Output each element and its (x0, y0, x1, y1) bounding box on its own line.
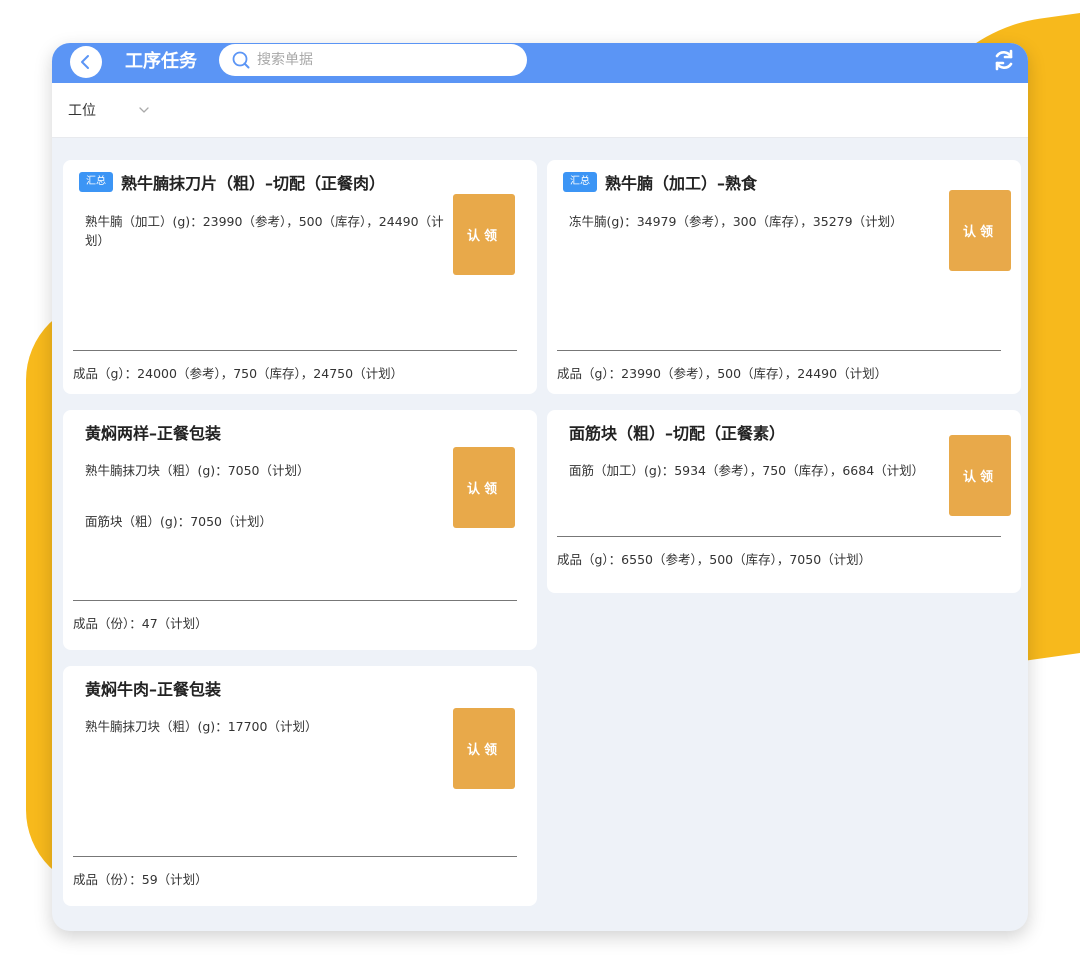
station-filter-label[interactable]: 工位 (68, 100, 96, 120)
search-icon (232, 51, 250, 69)
top-bar: 工序任务 (52, 43, 1028, 83)
app-window: 工序任务 工位 汇总 熟牛腩抹刀片（粗）–切配（正餐肉） 熟牛腩（加工）(g)：… (52, 43, 1028, 931)
card-title: 黄焖两样–正餐包装 (85, 424, 222, 443)
material-line: 面筋块（粗）(g)：7050（计划） (85, 514, 273, 529)
claim-button[interactable]: 认领 (453, 194, 515, 275)
task-card: 黄焖牛肉–正餐包装 熟牛腩抹刀块（粗）(g)：17700（计划） 认领 成品（份… (63, 666, 537, 906)
task-card: 黄焖两样–正餐包装 熟牛腩抹刀块（粗）(g)：7050（计划） 面筋块（粗）(g… (63, 410, 537, 650)
card-body: 冻牛腩(g)：34979（参考），300（库存），35279（计划） (569, 212, 929, 231)
search-input[interactable] (255, 51, 509, 69)
card-title: 熟牛腩抹刀片（粗）–切配（正餐肉） (121, 174, 386, 193)
card-header: 黄焖两样–正餐包装 (85, 420, 221, 444)
card-body: 熟牛腩抹刀块（粗）(g)：7050（计划） 面筋块（粗）(g)：7050（计划） (85, 461, 445, 531)
refresh-icon[interactable] (992, 48, 1016, 72)
card-footer: 成品（g）：24000（参考），750（库存），24750（计划） (73, 366, 404, 381)
card-title: 面筋块（粗）–切配（正餐素） (569, 424, 786, 443)
summary-badge: 汇总 (79, 172, 113, 192)
card-header: 面筋块（粗）–切配（正餐素） (569, 420, 785, 444)
material-line: 熟牛腩（加工）(g)：23990（参考），500（库存），24490（计划） (85, 214, 444, 248)
card-body: 面筋（加工）(g)：5934（参考），750（库存），6684（计划） (569, 461, 929, 480)
card-divider (73, 600, 517, 601)
card-header: 汇总 熟牛腩（加工）–熟食 (563, 170, 757, 194)
card-footer: 成品（g）：23990（参考），500（库存），24490（计划） (557, 366, 888, 381)
card-header: 黄焖牛肉–正餐包装 (85, 676, 221, 700)
material-line: 熟牛腩抹刀块（粗）(g)：17700（计划） (85, 719, 318, 734)
claim-button[interactable]: 认领 (949, 190, 1011, 271)
page-title: 工序任务 (125, 51, 197, 72)
card-divider (557, 350, 1001, 351)
claim-button[interactable]: 认领 (949, 435, 1011, 516)
card-footer: 成品（份）：59（计划） (73, 872, 208, 887)
card-divider (73, 856, 517, 857)
material-line: 熟牛腩抹刀块（粗）(g)：7050（计划） (85, 463, 310, 478)
card-footer: 成品（份）：47（计划） (73, 616, 208, 631)
claim-button[interactable]: 认领 (453, 708, 515, 789)
card-body: 熟牛腩（加工）(g)：23990（参考），500（库存），24490（计划） (85, 212, 445, 250)
task-card: 汇总 熟牛腩（加工）–熟食 冻牛腩(g)：34979（参考），300（库存），3… (547, 160, 1021, 394)
card-body: 熟牛腩抹刀块（粗）(g)：17700（计划） (85, 717, 445, 736)
material-line: 冻牛腩(g)：34979（参考），300（库存），35279（计划） (569, 214, 903, 229)
card-divider (73, 350, 517, 351)
card-header: 汇总 熟牛腩抹刀片（粗）–切配（正餐肉） (79, 170, 385, 194)
card-footer: 成品（g）：6550（参考），500（库存），7050（计划） (557, 552, 872, 567)
claim-button[interactable]: 认领 (453, 447, 515, 528)
card-divider (557, 536, 1001, 537)
material-line: 面筋（加工）(g)：5934（参考），750（库存），6684（计划） (569, 463, 925, 478)
card-title: 熟牛腩（加工）–熟食 (605, 174, 758, 193)
summary-badge: 汇总 (563, 172, 597, 192)
task-card: 面筋块（粗）–切配（正餐素） 面筋（加工）(g)：5934（参考），750（库存… (547, 410, 1021, 593)
chevron-left-icon (81, 55, 89, 69)
back-button[interactable] (70, 46, 102, 78)
chevron-down-icon[interactable] (137, 103, 151, 117)
search-box[interactable] (219, 44, 527, 76)
filter-bar: 工位 (52, 83, 1028, 138)
task-card: 汇总 熟牛腩抹刀片（粗）–切配（正餐肉） 熟牛腩（加工）(g)：23990（参考… (63, 160, 537, 394)
card-title: 黄焖牛肉–正餐包装 (85, 680, 222, 699)
